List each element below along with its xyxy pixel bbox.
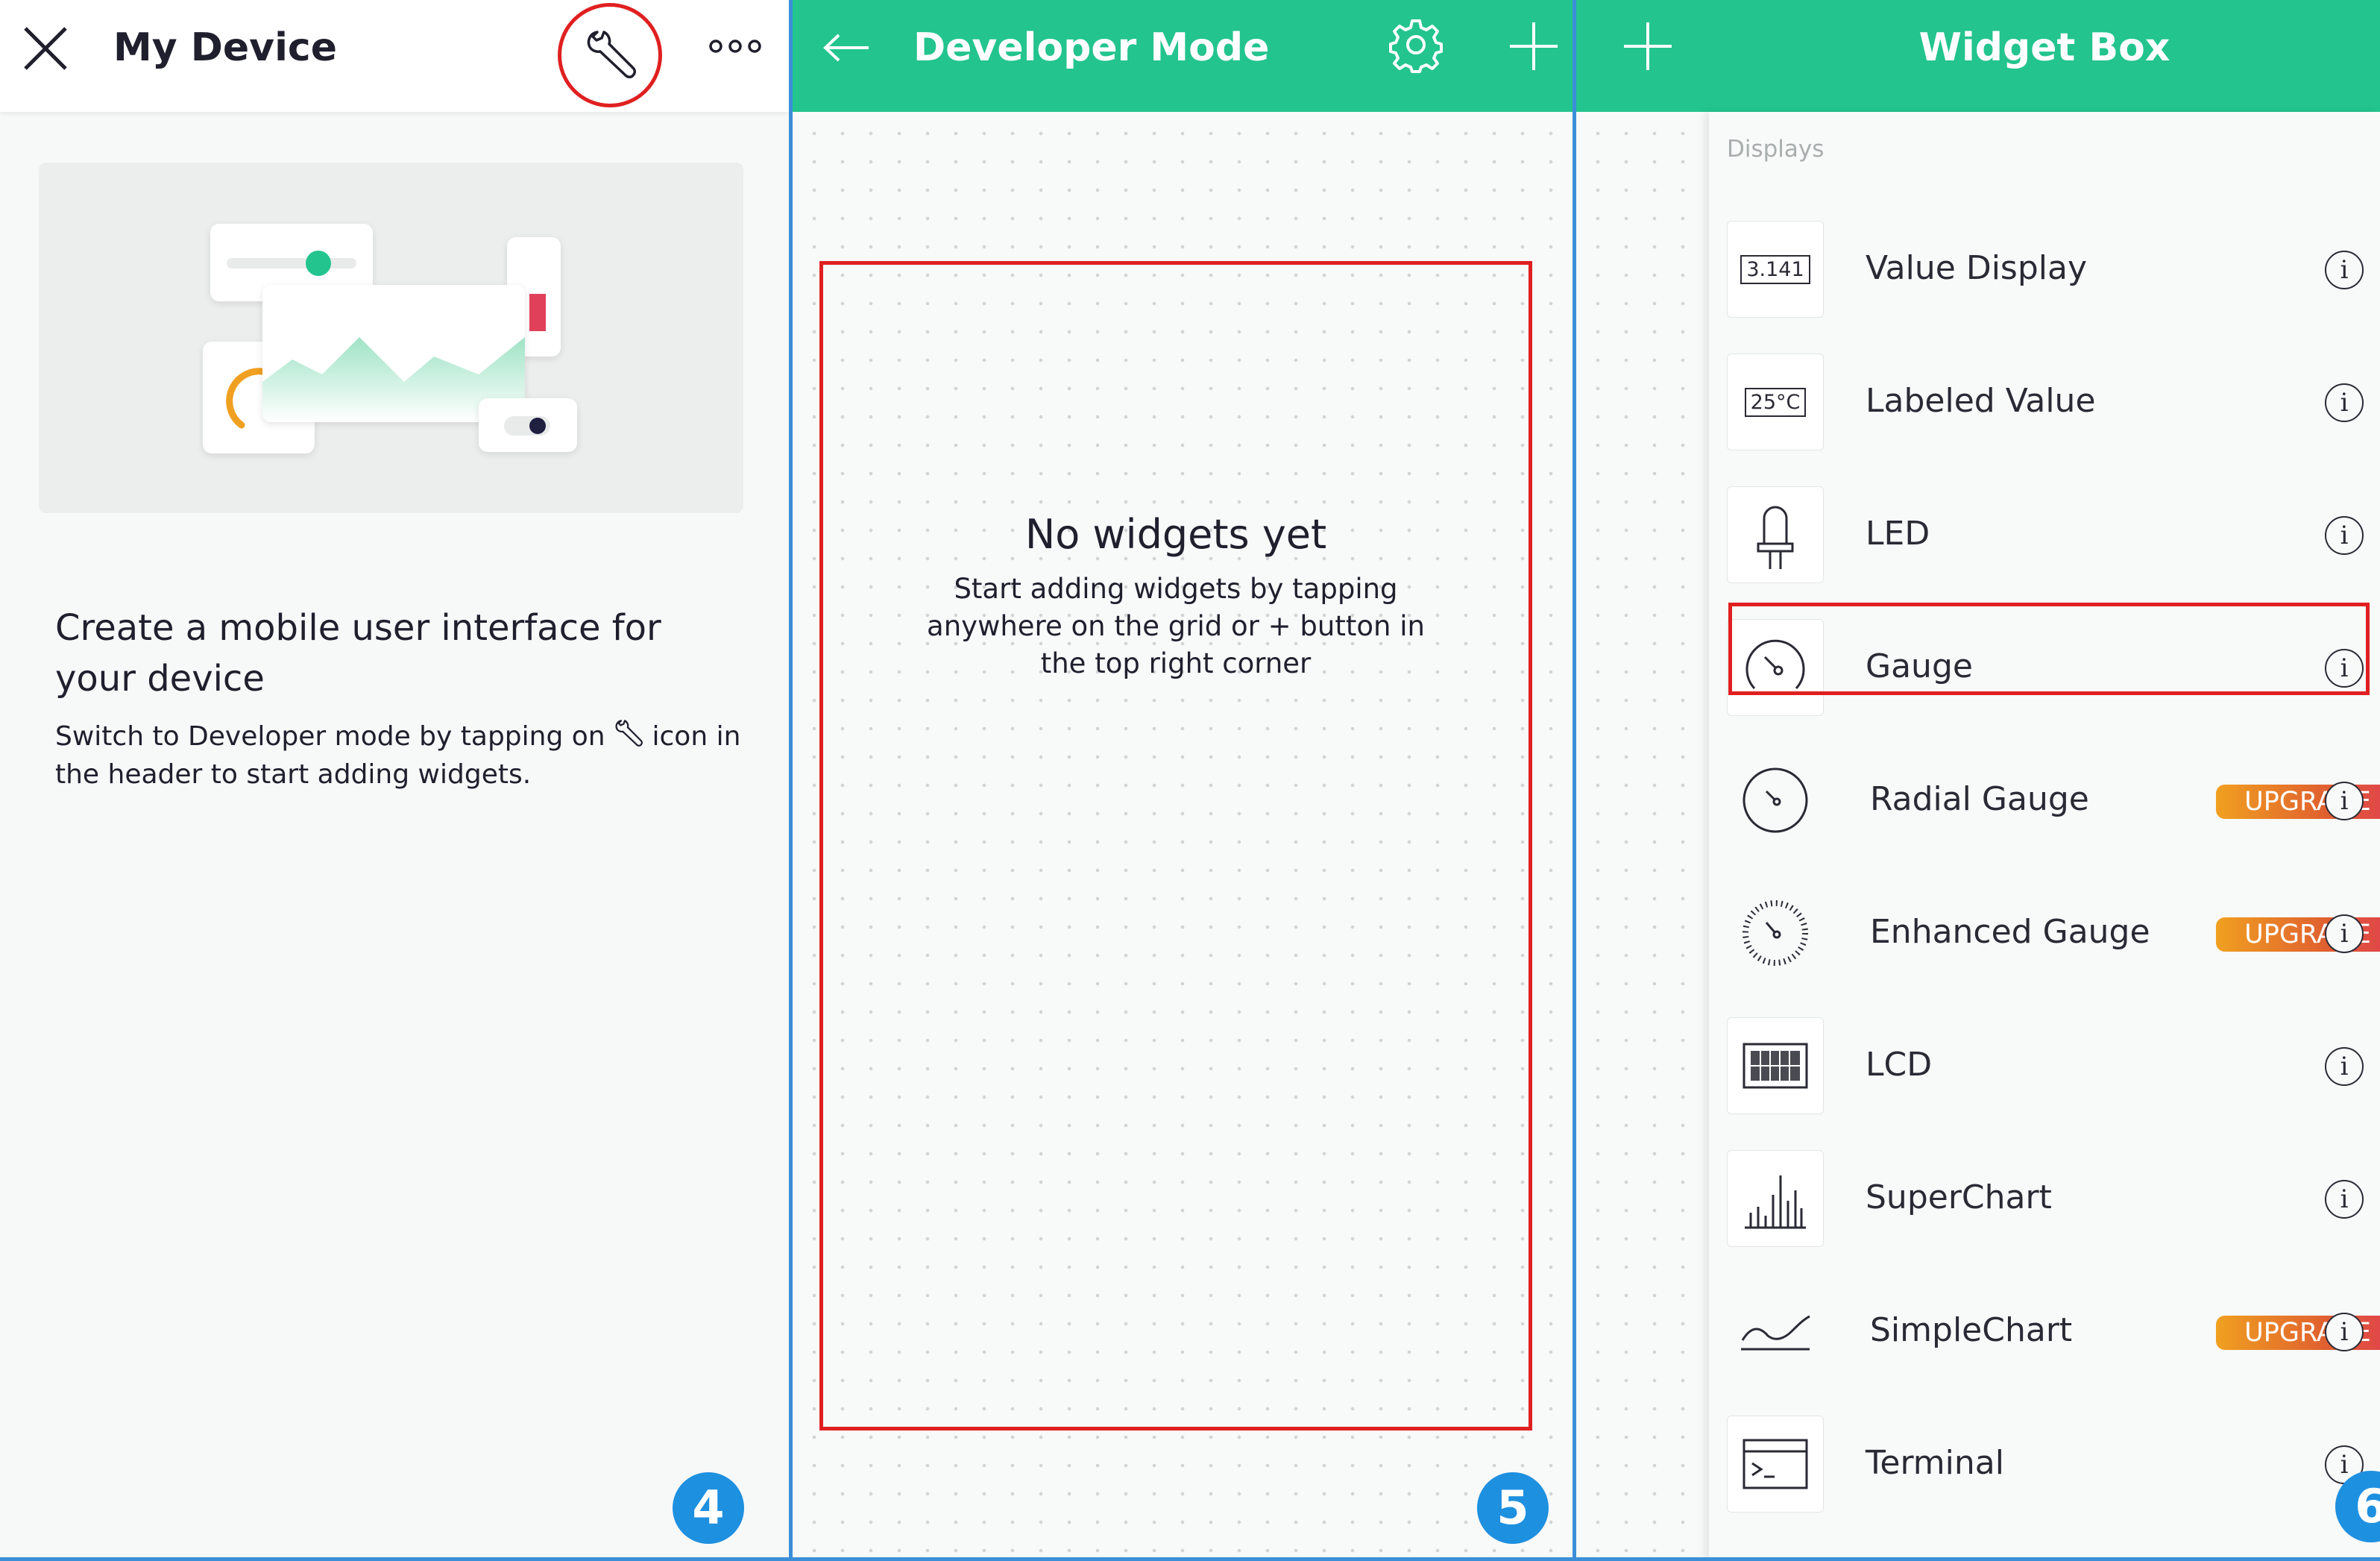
widget-box-header: Widget Box xyxy=(1709,0,2380,112)
plus-icon[interactable] xyxy=(1508,21,1559,72)
section-label: Displays xyxy=(1727,136,1825,163)
empty-state-title: No widgets yet xyxy=(1024,511,1327,558)
widget-item-radial-gauge[interactable]: Radial Gauge UPGRADE i xyxy=(1709,732,2380,844)
developer-mode-header-partial xyxy=(1576,0,1709,112)
bottom-border xyxy=(0,1557,2380,1561)
plus-icon[interactable] xyxy=(1622,21,1673,72)
wrench-button[interactable] xyxy=(558,3,662,107)
page-title: Developer Mode xyxy=(913,25,1270,70)
led-icon xyxy=(1727,486,1824,583)
instruction-text: Switch to Developer mode by tapping on i… xyxy=(55,717,749,794)
grid-background xyxy=(1576,112,1709,1561)
info-icon[interactable]: i xyxy=(2325,1047,2364,1086)
page-title: Widget Box xyxy=(1918,25,2170,70)
terminal-icon xyxy=(1727,1416,1824,1513)
lcd-icon xyxy=(1727,1017,1824,1114)
led-highlight-frame xyxy=(1728,603,2370,695)
widget-label: Terminal xyxy=(1866,1444,2004,1482)
info-icon[interactable]: i xyxy=(2325,1313,2364,1351)
widget-item-value-display[interactable]: 3.141 Value Display i xyxy=(1709,201,2380,318)
more-horizontal-icon[interactable] xyxy=(708,37,762,55)
widget-list: Displays 3.141 Value Display i 25°C Labe… xyxy=(1709,112,2380,1561)
instruction-text-before: Switch to Developer mode by tapping on xyxy=(55,721,614,752)
widget-item-simplechart[interactable]: SimpleChart UPGRADE i xyxy=(1709,1263,2380,1375)
enhanced-gauge-icon xyxy=(1727,885,1824,981)
widget-item-lcd[interactable]: LCD i xyxy=(1709,998,2380,1114)
developer-mode-header: Developer Mode xyxy=(793,0,1572,112)
toggle-card-illustration xyxy=(479,398,577,452)
my-device-panel: My Device Create a mobile user interface… xyxy=(0,0,789,1561)
step-badge: 5 xyxy=(1477,1472,1549,1544)
step-badge: 4 xyxy=(673,1472,744,1544)
superchart-icon xyxy=(1727,1150,1824,1247)
radial-gauge-icon xyxy=(1727,752,1824,849)
widget-label: Enhanced Gauge xyxy=(1870,913,2150,951)
back-arrow-icon[interactable] xyxy=(822,33,870,63)
widget-label: SuperChart xyxy=(1866,1178,2052,1216)
developer-mode-panel: Developer Mode No widgets yet Start addi… xyxy=(793,0,1572,1561)
info-icon[interactable]: i xyxy=(2325,1180,2364,1219)
widget-grid-area[interactable]: No widgets yet Start adding widgets by t… xyxy=(819,261,1532,1430)
info-icon[interactable]: i xyxy=(2325,516,2364,555)
wrench-icon xyxy=(584,28,638,81)
widget-label: Labeled Value xyxy=(1866,382,2096,420)
widget-label: SimpleChart xyxy=(1870,1311,2073,1349)
simplechart-icon xyxy=(1727,1283,1824,1380)
widget-item-terminal[interactable]: Terminal i xyxy=(1709,1396,2380,1513)
widget-item-labeled-value[interactable]: 25°C Labeled Value i xyxy=(1709,334,2380,450)
info-icon[interactable]: i xyxy=(2325,782,2364,820)
wrench-inline-icon xyxy=(614,718,643,748)
widget-label: Value Display xyxy=(1866,249,2087,287)
widget-label: LED xyxy=(1866,515,1930,553)
close-icon[interactable] xyxy=(22,25,69,72)
info-icon[interactable]: i xyxy=(2325,914,2364,953)
widget-box-panel: Widget Box Displays 3.141 Value Display … xyxy=(1576,0,2380,1561)
widget-item-led[interactable]: LED i xyxy=(1709,467,2380,583)
dashboard-illustration xyxy=(39,163,743,513)
widget-label: Radial Gauge xyxy=(1870,780,2089,818)
widget-label: LCD xyxy=(1866,1046,1933,1084)
widget-item-superchart[interactable]: SuperChart i xyxy=(1709,1131,2380,1247)
widget-item-enhanced-gauge[interactable]: Enhanced Gauge UPGRADE i xyxy=(1709,865,2380,977)
empty-state-description: Start adding widgets by tapping anywhere… xyxy=(927,573,1425,679)
labeled-value-icon: 25°C xyxy=(1727,354,1824,450)
value-display-icon: 3.141 xyxy=(1727,221,1824,318)
info-icon[interactable]: i xyxy=(2325,251,2364,289)
my-device-header: My Device xyxy=(0,0,789,112)
gear-icon[interactable] xyxy=(1388,16,1444,73)
page-title: My Device xyxy=(113,25,337,70)
headline: Create a mobile user interface for your … xyxy=(55,607,661,700)
info-icon[interactable]: i xyxy=(2325,383,2364,422)
